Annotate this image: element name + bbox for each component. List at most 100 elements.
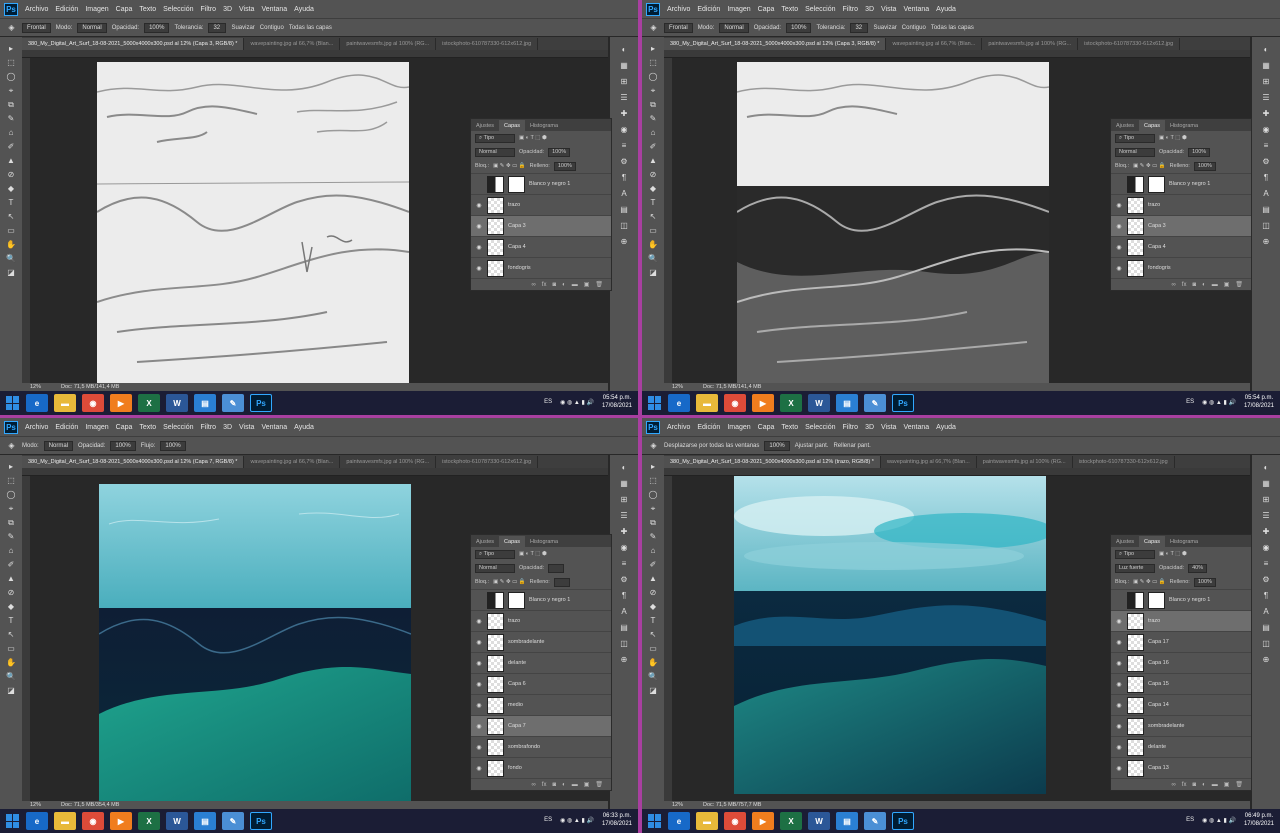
option-2[interactable]: Normal	[719, 22, 749, 33]
dock-4-icon[interactable]: ✚	[1260, 107, 1272, 119]
menu-selección[interactable]: Selección	[805, 424, 835, 431]
menu-ayuda[interactable]: Ayuda	[936, 424, 956, 431]
word-icon[interactable]: W	[808, 394, 830, 412]
visibility-eye-icon[interactable]: ◉	[475, 223, 483, 230]
trash-icon[interactable]: 🗑	[595, 281, 603, 288]
visibility-eye-icon[interactable]: ◉	[1115, 723, 1123, 730]
panel-tab-1[interactable]: Capas	[499, 120, 525, 131]
tool-6-icon[interactable]: ⌂	[648, 545, 659, 556]
visibility-eye-icon[interactable]: ◉	[475, 244, 483, 251]
panel-tab-2[interactable]: Histograma	[1165, 120, 1203, 131]
photoshop-icon[interactable]: Ps	[892, 394, 914, 412]
menu-filtro[interactable]: Filtro	[843, 424, 859, 431]
filter-icons[interactable]: ▣ ◐ T ⬚ ⬢	[1159, 135, 1187, 141]
layer-row[interactable]: ◉ Capa 7	[471, 715, 611, 736]
dock-10-icon[interactable]: ▤	[618, 621, 630, 633]
dock-0-icon[interactable]: ◐	[1260, 461, 1272, 473]
document-canvas[interactable]	[99, 484, 411, 802]
tool-7-icon[interactable]: ✐	[648, 559, 659, 570]
tool-0-icon[interactable]: ▸	[6, 461, 17, 472]
option-4[interactable]: 100%	[144, 22, 170, 33]
dock-12-icon[interactable]: ⊕	[1260, 235, 1272, 247]
menu-texto[interactable]: Texto	[781, 424, 798, 431]
lock-icons[interactable]: ▣ ✎ ✥ ▭ 🔒	[1133, 163, 1166, 169]
dock-5-icon[interactable]: ◉	[1260, 123, 1272, 135]
layer-row[interactable]: ◉ trazo	[471, 610, 611, 631]
tool-14-icon[interactable]: ✋	[648, 239, 659, 250]
adjustment-layer-icon[interactable]: ◐	[1202, 782, 1206, 788]
visibility-eye-icon[interactable]: ◉	[1115, 265, 1123, 272]
tool-10-icon[interactable]: ◆	[6, 601, 17, 612]
menu-ayuda[interactable]: Ayuda	[294, 6, 314, 13]
tool-16-icon[interactable]: ◪	[6, 685, 17, 696]
link-icon[interactable]: ∞	[532, 782, 536, 788]
visibility-eye-icon[interactable]: ◉	[1115, 639, 1123, 646]
menu-imagen[interactable]: Imagen	[85, 424, 108, 431]
dock-11-icon[interactable]: ◫	[1260, 637, 1272, 649]
chrome-icon[interactable]: ◉	[724, 812, 746, 830]
doc-tab-2[interactable]: paintwavesmfs.jpg al 100% (RG...	[340, 456, 437, 468]
dock-3-icon[interactable]: ☰	[1260, 509, 1272, 521]
option-1[interactable]: Normal	[43, 440, 74, 451]
dock-9-icon[interactable]: A	[1260, 605, 1272, 617]
tool-9-icon[interactable]: ⊘	[6, 587, 17, 598]
tool-14-icon[interactable]: ✋	[648, 657, 659, 668]
tool-11-icon[interactable]: T	[6, 197, 17, 208]
tool-12-icon[interactable]: ↖	[648, 211, 659, 222]
panel-tab-2[interactable]: Histograma	[1165, 536, 1203, 547]
blend-mode-select[interactable]: Normal	[475, 563, 515, 573]
tool-9-icon[interactable]: ⊘	[648, 169, 659, 180]
document-canvas[interactable]	[737, 62, 1049, 384]
panel-tab-0[interactable]: Ajustes	[471, 120, 499, 131]
dock-3-icon[interactable]: ☰	[618, 509, 630, 521]
new-layer-icon[interactable]: ▣	[584, 281, 590, 288]
menu-capa[interactable]: Capa	[758, 6, 775, 13]
media-icon[interactable]: ▶	[110, 394, 132, 412]
language-indicator[interactable]: ES	[1186, 399, 1194, 405]
dock-8-icon[interactable]: ¶	[1260, 589, 1272, 601]
option-3[interactable]: Rellenar pant.	[833, 443, 870, 449]
tool-7-icon[interactable]: ✐	[6, 141, 17, 152]
visibility-eye-icon[interactable]: ◉	[475, 723, 483, 730]
visibility-eye-icon[interactable]: ◉	[1115, 223, 1123, 230]
ie-icon[interactable]: e	[668, 394, 690, 412]
link-icon[interactable]: ∞	[1172, 282, 1176, 288]
tool-5-icon[interactable]: ✎	[648, 531, 659, 542]
tool-13-icon[interactable]: ▭	[648, 643, 659, 654]
clock[interactable]: 06:49 p.m. 17/08/2021	[1244, 812, 1274, 828]
visibility-eye-icon[interactable]: ◉	[475, 639, 483, 646]
dock-2-icon[interactable]: ⊞	[618, 75, 630, 87]
word-icon[interactable]: W	[166, 394, 188, 412]
tool-14-icon[interactable]: ✋	[6, 239, 17, 250]
word-icon[interactable]: W	[808, 812, 830, 830]
menu-edición[interactable]: Edición	[55, 6, 78, 13]
menu-edición[interactable]: Edición	[55, 424, 78, 431]
dock-4-icon[interactable]: ✚	[1260, 525, 1272, 537]
dock-7-icon[interactable]: ⚙	[1260, 155, 1272, 167]
visibility-eye-icon[interactable]: ◉	[475, 765, 483, 772]
option-6[interactable]: 32	[850, 22, 869, 33]
menu-capa[interactable]: Capa	[116, 6, 133, 13]
ie-icon[interactable]: e	[26, 812, 48, 830]
tool-15-icon[interactable]: 🔍	[648, 671, 659, 682]
dock-6-icon[interactable]: ≡	[618, 139, 630, 151]
tool-12-icon[interactable]: ↖	[648, 629, 659, 640]
layer-row[interactable]: ◉ Capa 3	[1111, 215, 1251, 236]
chrome-icon[interactable]: ◉	[82, 812, 104, 830]
start-icon[interactable]	[648, 814, 662, 828]
clock[interactable]: 05:54 p.m. 17/08/2021	[1244, 394, 1274, 410]
filter-icons[interactable]: ▣ ◐ T ⬚ ⬢	[519, 135, 547, 141]
document-canvas[interactable]	[97, 62, 409, 384]
menu-capa[interactable]: Capa	[758, 424, 775, 431]
filter-icons[interactable]: ▣ ◐ T ⬚ ⬢	[519, 551, 547, 557]
doc-tab-0[interactable]: 380_My_Digital_Art_Surf_18-08-2021_5000x…	[664, 38, 887, 50]
layer-row[interactable]: ◉ Capa 15	[1111, 673, 1251, 694]
layer-filter-select[interactable]: ⌕ Tipo	[475, 549, 515, 559]
group-icon[interactable]: ▬	[572, 282, 578, 288]
option-9[interactable]: Todas las capas	[289, 25, 332, 31]
new-layer-icon[interactable]: ▣	[1224, 281, 1230, 288]
menu-3d[interactable]: 3D	[223, 424, 232, 431]
tool-3-icon[interactable]: ⌖	[6, 503, 17, 514]
tool-16-icon[interactable]: ◪	[648, 267, 659, 278]
menu-ventana[interactable]: Ventana	[261, 6, 287, 13]
